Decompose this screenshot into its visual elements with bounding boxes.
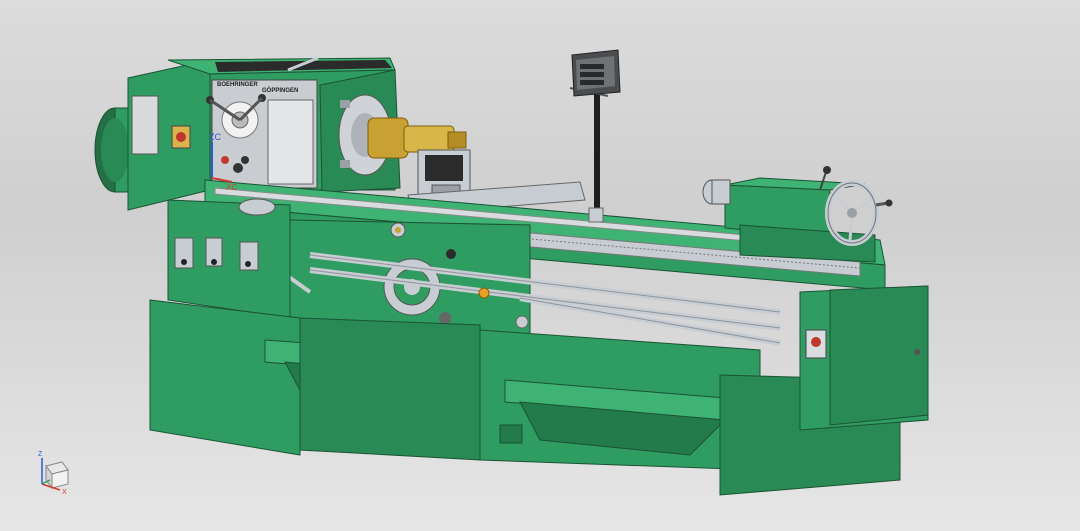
headstock-plate-right: GÖPPINGEN [262, 87, 298, 94]
csys-xc-label: XC [226, 183, 237, 192]
graphics-viewport[interactable]: BOEHRINGER GÖPPINGEN ZC XC Z X [0, 0, 1080, 531]
csys-zc-label: ZC [209, 132, 221, 142]
gearbox[interactable] [167, 198, 291, 319]
electrical-cabinet[interactable] [799, 285, 929, 431]
view-triad[interactable]: Z X [38, 451, 69, 496]
triad-x-label: X [62, 489, 67, 496]
lathe-model[interactable]: BOEHRINGER GÖPPINGEN [94, 49, 929, 496]
headstock-plate-left: BOEHRINGER [217, 82, 258, 88]
triad-z-label: Z [38, 451, 43, 458]
